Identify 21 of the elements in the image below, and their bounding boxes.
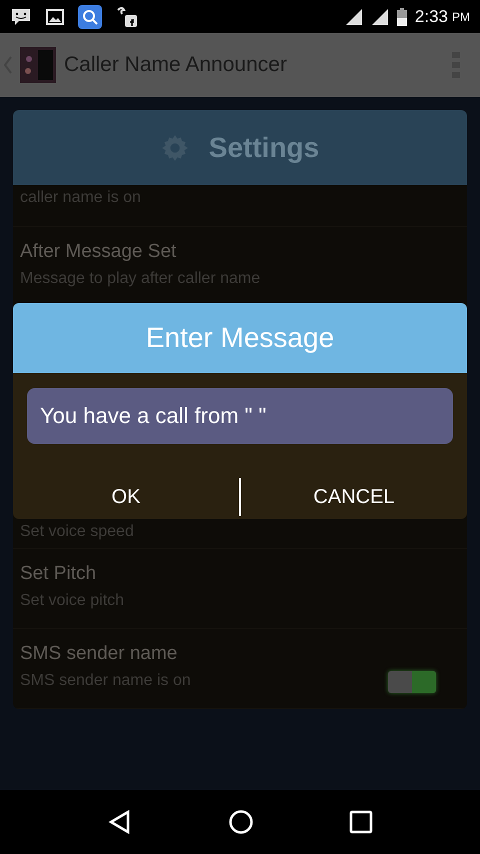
settings-title: Settings — [208, 132, 320, 164]
home-icon[interactable] — [228, 809, 254, 835]
signal-icon — [344, 8, 363, 26]
setting-title: Set Pitch — [20, 563, 98, 585]
clock-period: PM — [452, 10, 470, 24]
clock-time: 2:33 — [414, 6, 448, 26]
message-icon — [10, 6, 32, 26]
dialog-button[interactable]: OK — [13, 475, 239, 519]
toggle-switch[interactable] — [388, 671, 436, 693]
dialog-button[interactable]: CANCEL — [241, 475, 467, 519]
message-input[interactable]: You have a call from " " — [27, 388, 453, 444]
setting-title: After Message Set — [20, 241, 178, 263]
setting-title: SMS sender name — [20, 643, 178, 665]
search-icon — [78, 4, 102, 28]
recents-icon[interactable] — [348, 810, 373, 834]
battery-icon — [396, 8, 407, 26]
image-icon — [46, 8, 64, 24]
app-icon — [20, 47, 56, 83]
dialog-title: Enter Message — [146, 322, 334, 354]
signal-icon — [370, 8, 389, 26]
app-title: Caller Name Announcer — [64, 53, 287, 77]
